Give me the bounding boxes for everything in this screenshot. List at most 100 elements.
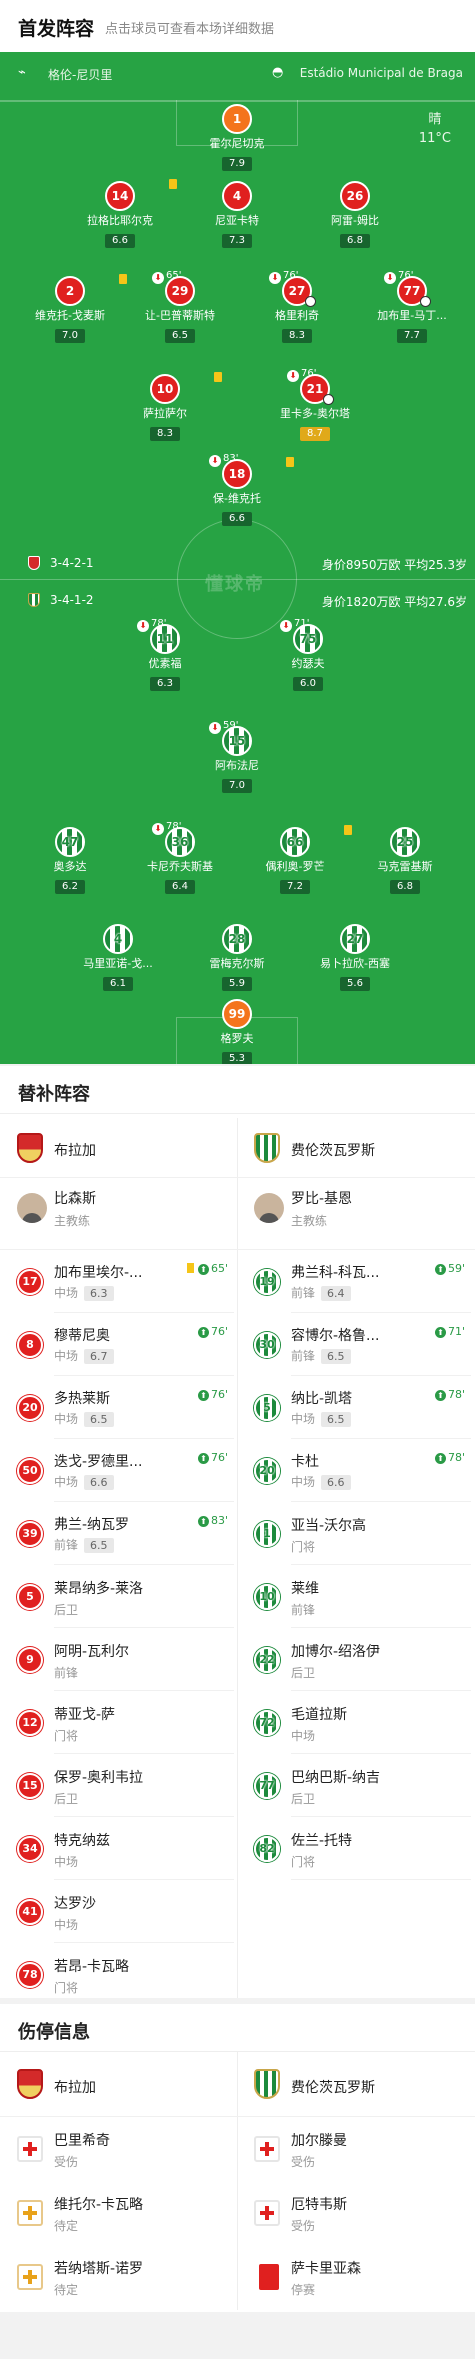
shirt-number: 27 (340, 924, 370, 954)
away-player[interactable]: 47 奥多达 6.2 (20, 827, 120, 894)
shirt-number: 22 (254, 1647, 280, 1673)
shirt-number: 66 (280, 827, 310, 857)
home-injury-row[interactable]: 维托尔-卡瓦略 待定 (0, 2181, 236, 2245)
away-sub-row[interactable]: 19 弗兰科-科瓦... 前锋 6.4 ⬆ 59' (237, 1250, 473, 1313)
away-player[interactable]: 28 雷梅克尔斯 5.9 (187, 924, 287, 991)
home-sub-row[interactable]: 20 多热莱斯 中场 6.5 ⬆ 76' (0, 1376, 236, 1439)
home-sub-row[interactable]: 34 特克纳兹 中场 (0, 1817, 236, 1880)
away-player[interactable]: 4 马里亚诺-戈... 6.1 (68, 924, 168, 991)
sub-name: 亚当-沃尔高 (291, 1518, 367, 1534)
away-player[interactable]: 75 ⬇ 71' 约瑟夫 6.0 (258, 618, 358, 691)
sub-in: ⬆ 78' (434, 1451, 465, 1464)
sub-position-label: 中场 (54, 1412, 79, 1426)
away-sub-row[interactable]: 82 佐兰-托特 门将 (237, 1817, 473, 1880)
home-player[interactable]: 4 尼亚卡特 7.3 (187, 181, 287, 248)
shirt-number: 99 (222, 999, 252, 1029)
sub-in: ⬆ 65' (186, 1262, 228, 1275)
away-crest-icon (28, 593, 40, 607)
away-player[interactable]: 99 格罗夫 5.3 (187, 999, 287, 1064)
injury-icon (254, 2200, 280, 2226)
sub-name: 莱维 (291, 1581, 319, 1597)
player-rating: 6.6 (222, 512, 252, 526)
away-player[interactable]: 25 马克雷基斯 6.8 (355, 827, 455, 894)
sub-time: 76' (283, 270, 299, 281)
player-rating: 6.8 (390, 880, 420, 894)
away-injury-row[interactable]: 加尔滕曼 受伤 (237, 2117, 473, 2181)
away-sub-row[interactable]: 10 莱维 前锋 (237, 1565, 473, 1628)
yellow-card-icon (119, 274, 127, 284)
home-sub-row[interactable]: 17 加布里埃尔-... 中场 6.3 ⬆ 65' (0, 1250, 236, 1313)
injury-status: 受伤 (291, 2219, 316, 2233)
shirt-number: 39 (17, 1521, 43, 1547)
injured-player-name: 加尔滕曼 (291, 2133, 347, 2149)
home-sub-row[interactable]: 9 阿明-瓦利尔 前锋 (0, 1628, 236, 1691)
away-sub-row[interactable]: 22 加博尔-绍洛伊 后卫 (237, 1628, 473, 1691)
away-crest-icon (254, 2069, 280, 2099)
sub-position-label: 中场 (54, 1475, 79, 1489)
player-name: 拉格比耶尔克 (87, 214, 153, 227)
home-player[interactable]: 2 维克托-戈麦斯 7.0 (20, 274, 127, 343)
home-player[interactable]: 26 阿雷-姆比 6.8 (305, 181, 405, 248)
away-sub-row[interactable]: 1 亚当-沃尔高 门将 (237, 1502, 473, 1565)
row-divider (291, 1879, 471, 1880)
sub-in-icon: ⬆ (197, 1390, 209, 1401)
home-sub-row[interactable]: 15 保罗-奥利韦拉 后卫 (0, 1754, 236, 1817)
home-injury-row[interactable]: 巴里希奇 受伤 (0, 2117, 236, 2181)
away-player[interactable]: 66 偶利奥-罗芒 7.2 (245, 825, 352, 894)
player-name: 马克雷基斯 (377, 860, 433, 873)
sub-in-icon: ⬆ (197, 1264, 209, 1275)
weather-condition: 晴 (428, 112, 442, 127)
player-name: 维克托-戈麦斯 (35, 309, 105, 322)
home-sub-row[interactable]: 8 穆蒂尼奥 中场 6.7 ⬆ 76' (0, 1313, 236, 1376)
home-sub-row[interactable]: 5 莱昂纳多-莱洛 后卫 (0, 1565, 236, 1628)
home-player[interactable]: 27 ⬇ 76' 格里利奇 8.3 (247, 270, 347, 343)
away-player[interactable]: 11 ⬇ 78' 优素福 6.3 (115, 618, 215, 691)
player-name: 格里利奇 (275, 309, 319, 322)
home-sub-row[interactable]: 78 若昂-卡瓦略 门将 (0, 1943, 236, 2006)
home-sub-row[interactable]: 12 蒂亚戈-萨 门将 (0, 1691, 236, 1754)
sub-position-label: 门将 (291, 1540, 316, 1554)
player-rating: 6.8 (340, 234, 370, 248)
sub-name: 穆蒂尼奥 (54, 1328, 110, 1344)
pitch: ⌁ 格伦-尼贝里 ◓ Estádio Municipal de Braga 晴 … (0, 52, 475, 1064)
away-sub-row[interactable]: 30 容博尔-格鲁... 前锋 6.5 ⬆ 71' (237, 1313, 473, 1376)
home-injury-row[interactable]: 若纳塔斯-诺罗 待定 (0, 2245, 236, 2309)
away-player[interactable]: 36 ⬇ 78' 卡尼乔夫斯基 6.4 (130, 821, 230, 894)
watermark: 懂球帝 (205, 574, 265, 595)
sub-position-label: 前锋 (291, 1349, 316, 1363)
away-sub-row[interactable]: 77 巴纳巴斯-纳吉 后卫 (237, 1754, 473, 1817)
sub-time: 78' (166, 821, 182, 832)
away-player[interactable]: 15 ⬇ 59' 阿布法尼 7.0 (187, 720, 287, 793)
home-player[interactable]: 18 ⬇ 83' 保-维克托 6.6 (187, 453, 294, 526)
away-sub-row[interactable]: 5 纳比-凯塔 中场 6.5 ⬆ 78' (237, 1376, 473, 1439)
sub-time: 76' (210, 1451, 228, 1464)
away-player[interactable]: 27 易卜拉欣-西塞 5.6 (305, 924, 405, 991)
shirt-number: 10 (254, 1584, 280, 1610)
sub-time: 71' (294, 618, 310, 629)
home-player[interactable]: 77 ⬇ 76' 加布里-马丁... 7.7 (362, 270, 462, 343)
player-rating: 6.0 (293, 677, 323, 691)
home-sub-row[interactable]: 41 达罗沙 中场 (0, 1880, 236, 1943)
away-sub-row[interactable]: 20 卡杜 中场 6.6 ⬆ 78' (237, 1439, 473, 1502)
home-sub-row[interactable]: 50 迭戈-罗德里... 中场 6.6 ⬆ 76' (0, 1439, 236, 1502)
away-injury-row[interactable]: 萨卡里亚森 停赛 (237, 2245, 473, 2309)
shirt-number: 5 (17, 1584, 43, 1610)
row-divider (0, 1249, 475, 1250)
sub-name: 弗兰科-科瓦... (291, 1265, 380, 1281)
player-rating: 5.6 (340, 977, 370, 991)
away-injury-row[interactable]: 厄特韦斯 受伤 (237, 2181, 473, 2245)
home-sub-row[interactable]: 39 弗兰-纳瓦罗 前锋 6.5 ⬆ 83' (0, 1502, 236, 1565)
sub-position: 中场 (54, 1853, 78, 1870)
sub-name: 加博尔-绍洛伊 (291, 1644, 381, 1660)
home-player[interactable]: 10 萨拉萨尔 8.3 (115, 372, 222, 441)
home-player[interactable]: 29 ⬇ 65' 让-巴普蒂斯特 6.5 (130, 270, 230, 343)
away-sub-row[interactable]: 72 毛道拉斯 中场 (237, 1691, 473, 1754)
home-player[interactable]: 14 拉格比耶尔克 6.6 (70, 179, 177, 248)
home-player[interactable]: 1 霍尔尼切克 7.9 (187, 104, 287, 171)
sub-name: 毛道拉斯 (291, 1707, 347, 1723)
sub-name: 弗兰-纳瓦罗 (54, 1517, 130, 1533)
player-rating: 5.9 (222, 977, 252, 991)
sub-name: 特克纳兹 (54, 1833, 110, 1849)
home-player[interactable]: 21 ⬇ 76' 里卡多-奥尔塔 8.7 (265, 368, 365, 441)
injury-status: 待定 (54, 2219, 79, 2233)
